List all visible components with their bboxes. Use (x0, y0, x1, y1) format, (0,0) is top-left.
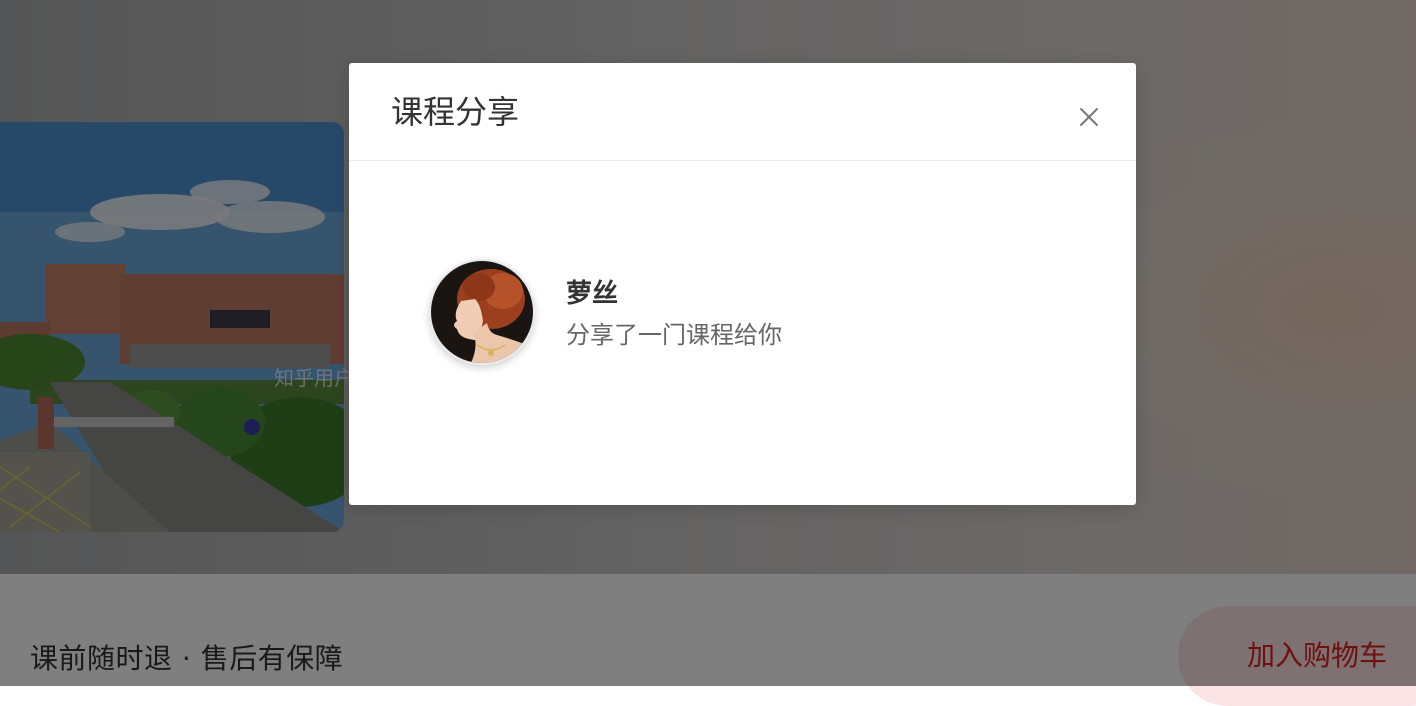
close-icon (1080, 108, 1098, 126)
close-button[interactable] (1071, 99, 1107, 135)
avatar (429, 259, 535, 365)
share-message: 分享了一门课程给你 (566, 321, 782, 349)
modal-title: 课程分享 (391, 93, 520, 131)
sharer-name: 萝丝 (566, 279, 619, 309)
share-modal: 课程分享 萝丝 分享了一门课程给你 (349, 63, 1136, 505)
modal-header: 课程分享 (349, 63, 1136, 161)
